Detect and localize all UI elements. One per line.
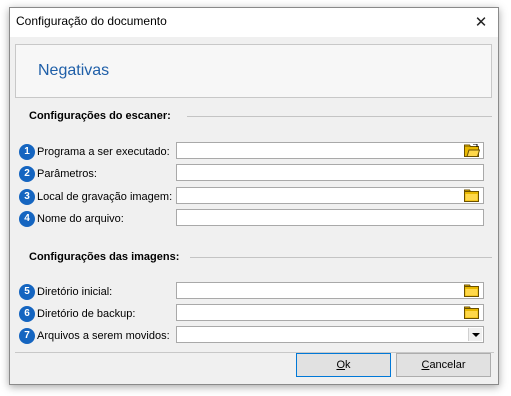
file-name-label: Nome do arquivo:	[37, 213, 124, 225]
image-location-input[interactable]	[176, 187, 484, 204]
step-badge-1: 1	[19, 144, 35, 160]
ok-button[interactable]: Ok	[296, 353, 391, 377]
backup-directory-label: Diretório de backup:	[37, 308, 136, 320]
step-badge-7: 7	[19, 328, 35, 344]
page-title: Negativas	[38, 62, 110, 79]
image-location-label: Local de gravação imagem:	[37, 191, 173, 203]
chevron-down-icon[interactable]	[468, 328, 482, 341]
open-folder-icon[interactable]	[464, 144, 480, 157]
title-bar: Configuração do documento ✕	[10, 8, 498, 37]
program-input[interactable]	[176, 142, 484, 159]
folder-icon[interactable]	[464, 306, 480, 319]
step-badge-4: 4	[19, 211, 35, 227]
dialog-content: Negativas Configurações do escaner: 1 Pr…	[15, 44, 494, 353]
parameters-label: Parâmetros:	[37, 168, 97, 180]
folder-icon[interactable]	[464, 189, 480, 202]
section-heading-images: Configurações das imagens:	[29, 251, 180, 263]
parameters-input[interactable]	[176, 164, 484, 181]
step-badge-5: 5	[19, 284, 35, 300]
ok-mnemonic: O	[336, 359, 346, 371]
header-panel: Negativas	[15, 44, 492, 98]
section-heading-scanner: Configurações do escaner:	[29, 110, 171, 122]
folder-icon[interactable]	[464, 284, 480, 297]
cancel-button[interactable]: Cancelar	[396, 353, 491, 377]
section-divider	[190, 257, 492, 258]
files-to-move-select[interactable]	[176, 326, 484, 343]
window-title: Configuração do documento	[16, 14, 167, 28]
cancel-label: ancelar	[429, 359, 466, 371]
dialog-window: Configuração do documento ✕ Negativas Co…	[9, 7, 499, 385]
close-icon[interactable]: ✕	[464, 8, 498, 37]
initial-directory-input[interactable]	[176, 282, 484, 299]
step-badge-2: 2	[19, 166, 35, 182]
files-to-move-label: Arquivos a serem movidos:	[37, 330, 170, 342]
initial-directory-label: Diretório inicial:	[37, 286, 113, 298]
step-badge-6: 6	[19, 306, 35, 322]
program-label: Programa a ser executado:	[37, 146, 170, 158]
file-name-input[interactable]	[176, 209, 484, 226]
section-divider	[187, 116, 492, 117]
step-badge-3: 3	[19, 189, 35, 205]
backup-directory-input[interactable]	[176, 304, 484, 321]
ok-label: k	[345, 359, 351, 371]
